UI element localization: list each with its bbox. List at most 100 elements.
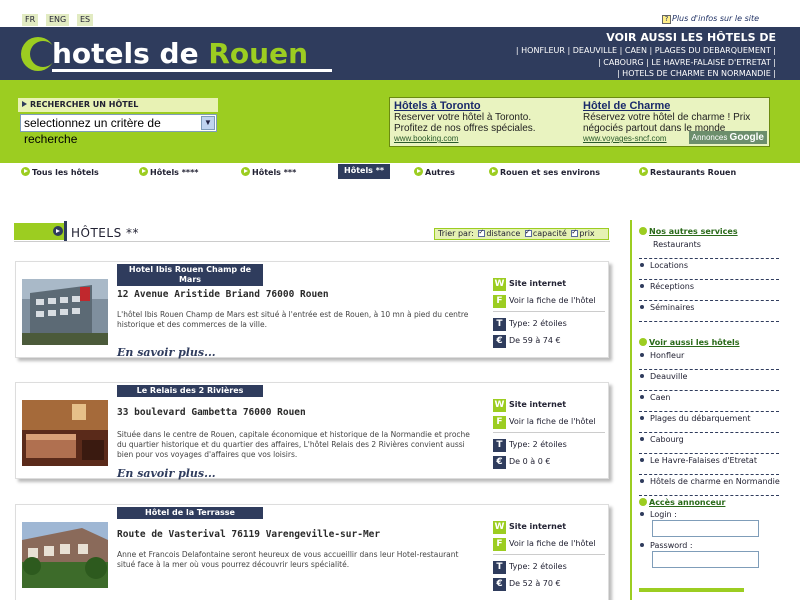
hotel-sheet-link[interactable]: F Voir la fiche de l'hôtel <box>493 414 605 429</box>
sidebar-item-charme[interactable]: Hôtels de charme en Normandie <box>639 475 780 496</box>
ads-label-prefix: Annonces <box>691 133 730 142</box>
see-also-links-line2[interactable]: | CABOURG | LE HAVRE-FALAISE D'ETRETAT | <box>456 57 776 69</box>
website-link[interactable]: W Site internet <box>493 397 605 412</box>
hotel-name[interactable]: Hôtel de la Terrasse <box>117 507 263 519</box>
more-info-label: Plus d'infos sur le site <box>672 14 760 23</box>
section-marker <box>14 223 64 240</box>
arrow-right-icon <box>639 167 648 176</box>
search-criteria-select[interactable]: selectionnez un critère de recherche ▼ <box>20 114 217 146</box>
ad-title[interactable]: Hôtel de Charme <box>583 100 750 112</box>
sidebar-item-deauville[interactable]: Deauville <box>639 370 779 391</box>
divider <box>493 311 605 312</box>
sort-capacity-checkbox[interactable] <box>524 227 532 237</box>
sheet-icon: F <box>493 295 506 308</box>
bullet-icon <box>640 305 644 309</box>
euro-icon: € <box>493 335 506 348</box>
lang-fr-link[interactable]: FR <box>22 14 39 26</box>
hotel-type: T Type: 2 étoiles <box>493 437 605 452</box>
password-input[interactable] <box>652 551 759 568</box>
sort-distance-checkbox[interactable] <box>478 227 486 237</box>
bullet-icon <box>640 395 644 399</box>
password-label: Password : <box>639 541 693 550</box>
sort-bar: Trier par: distance capacité prix <box>434 227 609 240</box>
services-heading[interactable]: Nos autres services <box>639 227 738 236</box>
sort-price-label[interactable]: prix <box>579 229 594 238</box>
search-label: RECHERCHER UN HÔTEL <box>18 98 218 112</box>
ad-line: Reserver votre hôtel à Toronto. <box>394 112 532 123</box>
nav-others[interactable]: Autres <box>414 167 455 177</box>
sidebar-item-restaurants[interactable]: Restaurants <box>639 238 779 259</box>
see-also-links: | HONFLEUR | DEAUVILLE | CAEN | PLAGES D… <box>456 45 776 80</box>
hotel-price: € De 59 à 74 € <box>493 333 605 348</box>
hotel-price: € De 52 à 70 € <box>493 576 605 591</box>
nav-hotels-2-stars[interactable]: Hôtels ** <box>338 164 391 179</box>
read-more-link[interactable]: En savoir plus... <box>117 467 216 480</box>
ad-toronto[interactable]: Hôtels à Toronto Reserver votre hôtel à … <box>394 100 536 143</box>
hotel-name[interactable]: Le Relais des 2 Rivières <box>117 385 263 397</box>
type-icon: T <box>493 318 506 331</box>
language-bar: FR ENG ES ? Plus d'infos sur le site <box>0 0 800 27</box>
sidebar-item-label: Séminaires <box>650 303 695 312</box>
read-more-link[interactable]: En savoir plus... <box>117 346 216 359</box>
hotel-address: 33 boulevard Gambetta 76000 Rouen <box>117 407 306 418</box>
chevron-down-icon[interactable]: ▼ <box>201 116 215 130</box>
sidebar-item-le-havre[interactable]: Le Havre-Falaises d'Etretat <box>639 454 779 475</box>
sidebar-divider <box>630 220 632 600</box>
nav-hotels-3-stars[interactable]: Hôtels *** <box>241 167 296 177</box>
section-divider <box>14 241 610 242</box>
type-icon: T <box>493 561 506 574</box>
bullet-icon <box>640 437 644 441</box>
type-icon: T <box>493 439 506 452</box>
advertiser-heading[interactable]: Accès annonceur <box>639 498 725 507</box>
sort-price-checkbox[interactable] <box>571 227 579 237</box>
hotel-price: € De 0 à 0 € <box>493 454 605 469</box>
price-label: De 0 à 0 € <box>509 457 551 466</box>
website-label: Site internet <box>509 279 567 288</box>
nav-hotels-4-stars[interactable]: Hôtels **** <box>139 167 198 177</box>
site-logo[interactable]: hotels de Rouen <box>52 37 308 70</box>
logo-text-part1: hotels de <box>52 37 209 70</box>
nav-restaurants[interactable]: Restaurants Rouen <box>639 167 736 177</box>
google-ads-label[interactable]: Annonces Google <box>688 131 767 144</box>
nav-all-hotels[interactable]: Tous les hôtels <box>21 167 99 177</box>
hotel-photo[interactable] <box>22 400 108 466</box>
sheet-label: Voir la fiche de l'hôtel <box>509 417 596 426</box>
sort-distance-label[interactable]: distance <box>486 229 520 238</box>
hotel-sheet-link[interactable]: F Voir la fiche de l'hôtel <box>493 536 605 551</box>
divider <box>493 554 605 555</box>
sidebar-item-honfleur[interactable]: Honfleur <box>639 349 779 370</box>
search-label-text: RECHERCHER UN HÔTEL <box>30 100 139 109</box>
sidebar-item-seminaires[interactable]: Séminaires <box>639 301 779 322</box>
lang-es-link[interactable]: ES <box>77 14 94 26</box>
sidebar-item-receptions[interactable]: Réceptions <box>639 280 779 301</box>
login-input[interactable] <box>652 520 759 537</box>
arrow-right-icon <box>21 167 30 176</box>
nav-rouen-area[interactable]: Rouen et ses environs <box>489 167 600 177</box>
sidebar-item-cabourg[interactable]: Cabourg <box>639 433 779 454</box>
nav-label: Restaurants Rouen <box>650 168 737 177</box>
website-link[interactable]: W Site internet <box>493 276 605 291</box>
see-also-links-line3[interactable]: | HOTELS DE CHARME EN NORMANDIE | <box>456 68 776 80</box>
more-info-link[interactable]: ? Plus d'infos sur le site <box>662 14 759 24</box>
type-label: Type: 2 étoiles <box>509 562 567 571</box>
help-icon: ? <box>662 15 671 24</box>
price-label: De 59 à 74 € <box>509 336 561 345</box>
hotel-name[interactable]: Hotel Ibis Rouen Champ de Mars <box>117 264 263 286</box>
see-also-heading[interactable]: Voir aussi les hôtels <box>639 338 740 347</box>
sidebar-item-plages[interactable]: Plages du débarquement <box>639 412 779 433</box>
ad-title[interactable]: Hôtels à Toronto <box>394 100 536 112</box>
hotel-photo[interactable] <box>22 522 108 588</box>
lang-eng-link[interactable]: ENG <box>46 14 70 26</box>
hotel-actions: W Site internet F Voir la fiche de l'hôtel… <box>493 519 605 593</box>
sort-capacity-label[interactable]: capacité <box>533 229 567 238</box>
arrow-right-icon <box>53 226 63 236</box>
site-header: hotels de Rouen VOIR AUSSI LES HÔTELS DE… <box>0 27 800 80</box>
hotel-photo[interactable] <box>22 279 108 345</box>
sidebar-item-caen[interactable]: Caen <box>639 391 779 412</box>
website-link[interactable]: W Site internet <box>493 519 605 534</box>
website-label: Site internet <box>509 522 567 531</box>
ad-url[interactable]: www.booking.com <box>394 134 536 143</box>
hotel-sheet-link[interactable]: F Voir la fiche de l'hôtel <box>493 293 605 308</box>
see-also-links-line1[interactable]: | HONFLEUR | DEAUVILLE | CAEN | PLAGES D… <box>456 45 776 57</box>
sidebar-item-locations[interactable]: Locations <box>639 259 779 280</box>
